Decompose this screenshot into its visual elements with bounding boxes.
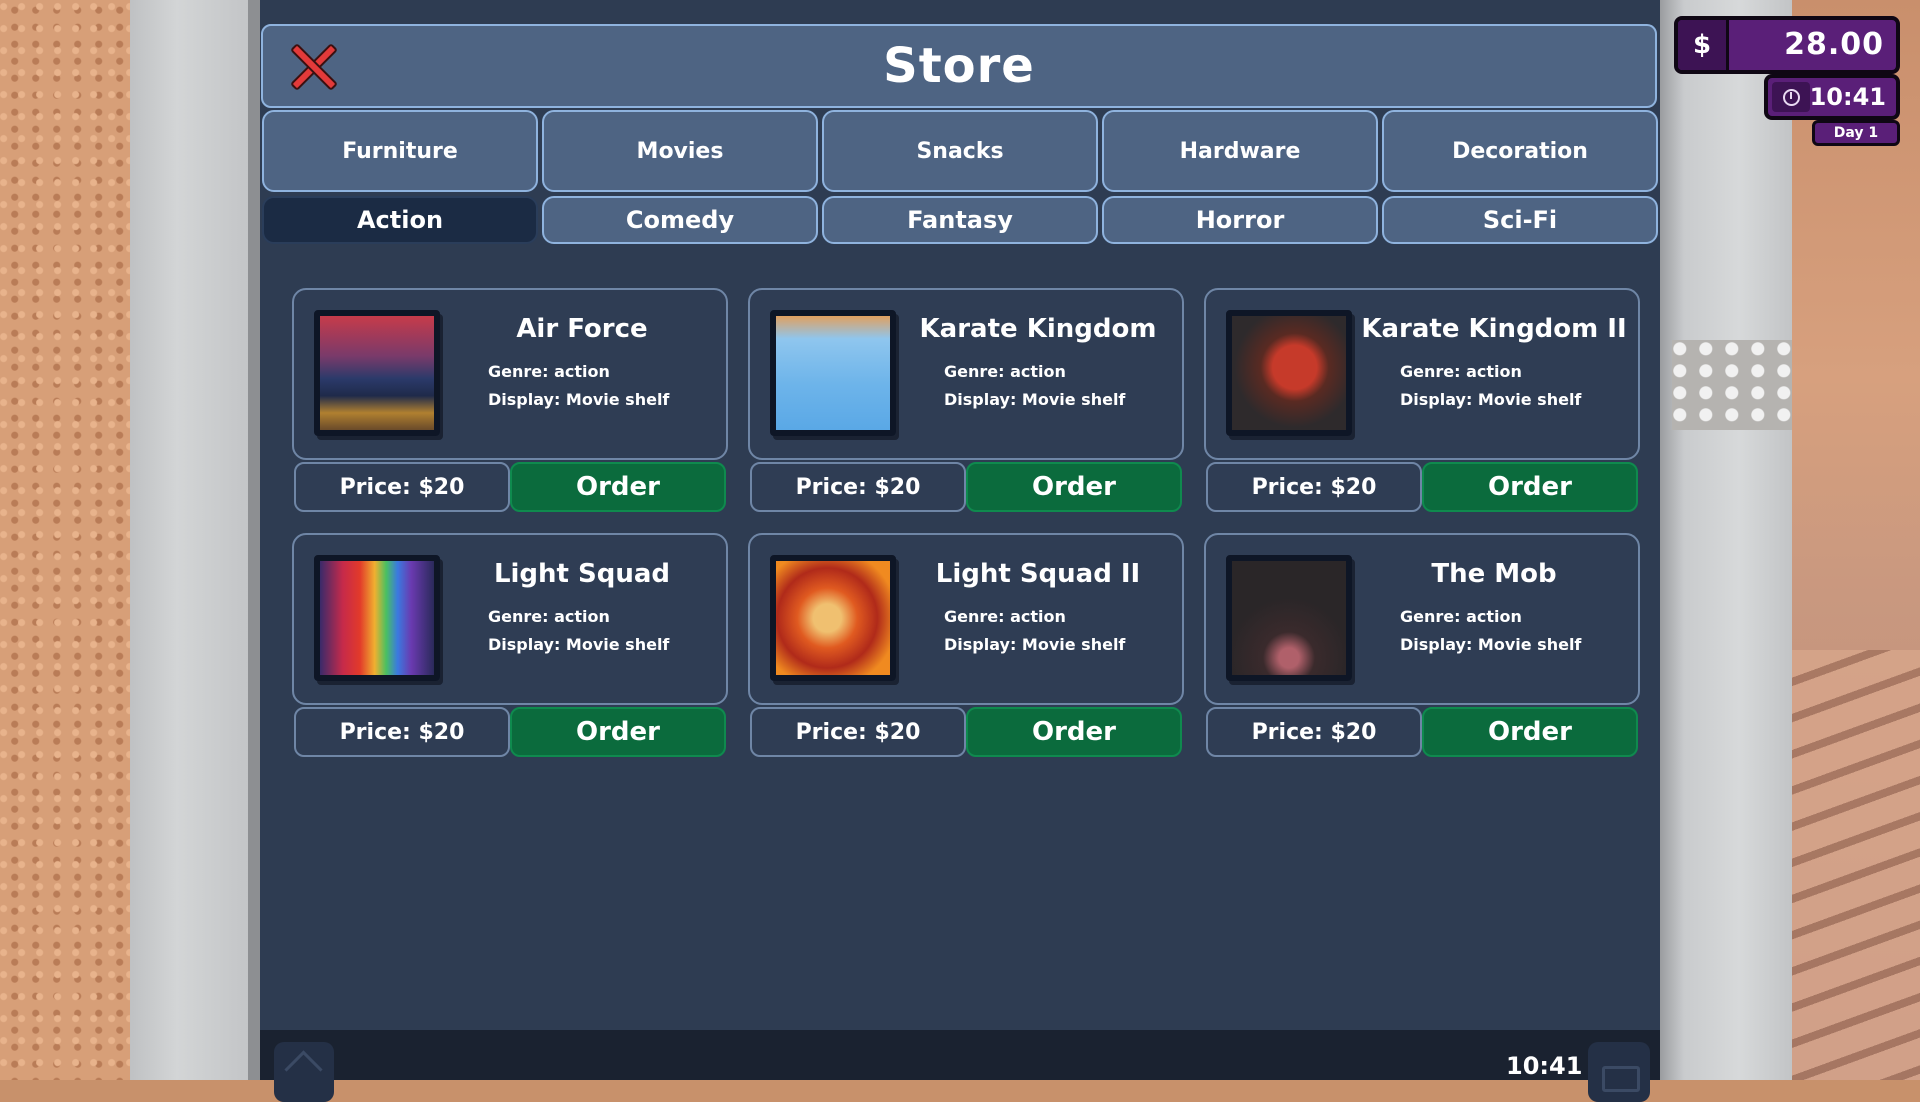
product-card-karate-kingdom-ii: Karate Kingdom II Genre: action Display:… (1204, 288, 1640, 520)
movie-cover-image (314, 310, 440, 436)
home-icon[interactable] (274, 1042, 334, 1102)
bottom-bar: 10:41 (260, 1030, 1660, 1102)
movie-display: Display: Movie shelf (1400, 390, 1582, 409)
order-button[interactable]: Order (966, 707, 1182, 757)
movie-display: Display: Movie shelf (1400, 635, 1582, 654)
product-card-body: Air Force Genre: action Display: Movie s… (292, 288, 728, 460)
genre-tab-fantasy[interactable]: Fantasy (822, 196, 1098, 244)
movie-genre: Genre: action (488, 362, 610, 381)
category-tabs: Furniture Movies Snacks Hardware Decorat… (262, 110, 1658, 192)
movie-display: Display: Movie shelf (488, 390, 670, 409)
basket-icon[interactable] (1588, 1042, 1650, 1102)
order-button[interactable]: Order (510, 462, 726, 512)
background-sand (0, 0, 130, 1080)
tab-movies[interactable]: Movies (542, 110, 818, 192)
movie-display: Display: Movie shelf (944, 390, 1126, 409)
store-panel: Store Furniture Movies Snacks Hardware D… (260, 0, 1660, 1102)
price-label: Price: $20 (1206, 462, 1422, 512)
movie-title: Light Squad II (935, 559, 1141, 589)
order-button[interactable]: Order (966, 462, 1182, 512)
product-card-body: Light Squad Genre: action Display: Movie… (292, 533, 728, 705)
movie-cover-image (770, 555, 896, 681)
genre-tab-horror[interactable]: Horror (1102, 196, 1378, 244)
price-label: Price: $20 (750, 707, 966, 757)
price-label: Price: $20 (750, 462, 966, 512)
clock-icon (1772, 82, 1810, 112)
price-label: Price: $20 (294, 707, 510, 757)
background-room-shelf (1792, 650, 1920, 1080)
movie-genre: Genre: action (944, 362, 1066, 381)
price-label: Price: $20 (294, 462, 510, 512)
day-badge: Day 1 (1812, 120, 1900, 146)
movie-genre: Genre: action (944, 607, 1066, 626)
background-pillar-right (1660, 0, 1792, 1080)
product-card-air-force: Air Force Genre: action Display: Movie s… (292, 288, 728, 520)
clock-value: 10:41 (1809, 83, 1886, 111)
tab-furniture[interactable]: Furniture (262, 110, 538, 192)
movie-title: The Mob (1431, 559, 1557, 589)
money-value: 28.00 (1784, 27, 1884, 62)
money-display: $ 28.00 (1674, 16, 1900, 74)
movie-title: Air Force (516, 314, 648, 344)
product-card-body: Karate Kingdom II Genre: action Display:… (1204, 288, 1640, 460)
movie-cover-image (770, 310, 896, 436)
genre-tabs: Action Comedy Fantasy Horror Sci-Fi (262, 196, 1658, 244)
movie-cover-image (1226, 310, 1352, 436)
movie-title: Karate Kingdom (919, 314, 1157, 344)
bottom-time: 10:41 (1506, 1052, 1583, 1080)
product-card-the-mob: The Mob Genre: action Display: Movie she… (1204, 533, 1640, 765)
genre-tab-action[interactable]: Action (262, 196, 538, 244)
genre-tab-comedy[interactable]: Comedy (542, 196, 818, 244)
movie-cover-image (314, 555, 440, 681)
order-button[interactable]: Order (1422, 462, 1638, 512)
movie-genre: Genre: action (1400, 362, 1522, 381)
order-button[interactable]: Order (510, 707, 726, 757)
tab-hardware[interactable]: Hardware (1102, 110, 1378, 192)
product-card-light-squad-ii: Light Squad II Genre: action Display: Mo… (748, 533, 1184, 765)
genre-tab-sci-fi[interactable]: Sci-Fi (1382, 196, 1658, 244)
product-card-body: Light Squad II Genre: action Display: Mo… (748, 533, 1184, 705)
background-pillar-edge (248, 0, 260, 1080)
movie-title: Light Squad (493, 559, 671, 589)
product-card-karate-kingdom: Karate Kingdom Genre: action Display: Mo… (748, 288, 1184, 520)
background-pillar-left (130, 0, 248, 1080)
product-card-body: Karate Kingdom Genre: action Display: Mo… (748, 288, 1184, 460)
product-card-body: The Mob Genre: action Display: Movie she… (1204, 533, 1640, 705)
tab-decoration[interactable]: Decoration (1382, 110, 1658, 192)
movie-display: Display: Movie shelf (488, 635, 670, 654)
movie-genre: Genre: action (488, 607, 610, 626)
clock-display: 10:41 (1764, 74, 1900, 120)
store-header: Store (261, 24, 1657, 108)
price-label: Price: $20 (1206, 707, 1422, 757)
order-button[interactable]: Order (1422, 707, 1638, 757)
background-stone (1672, 340, 1792, 430)
movie-title: Karate Kingdom II (1361, 314, 1627, 344)
movie-genre: Genre: action (1400, 607, 1522, 626)
product-card-light-squad: Light Squad Genre: action Display: Movie… (292, 533, 728, 765)
movie-display: Display: Movie shelf (944, 635, 1126, 654)
store-title: Store (883, 38, 1035, 94)
tab-snacks[interactable]: Snacks (822, 110, 1098, 192)
currency-icon: $ (1678, 20, 1729, 70)
movie-cover-image (1226, 555, 1352, 681)
